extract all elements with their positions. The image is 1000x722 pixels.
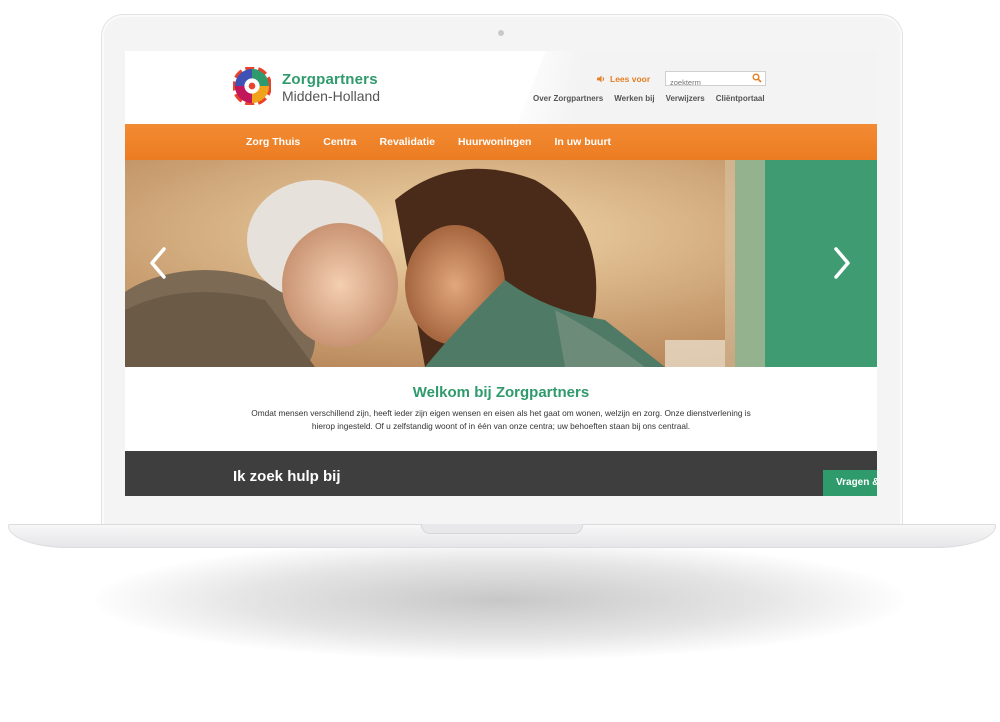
help-title: Ik zoek hulp bij: [233, 468, 341, 485]
top-links: Over Zorgpartners Werken bij Verwijzers …: [533, 94, 765, 103]
brand-name[interactable]: Zorgpartners: [282, 71, 378, 88]
laptop-shadow: [95, 540, 905, 660]
nav-item-zorg-thuis[interactable]: Zorg Thuis: [246, 136, 300, 148]
hero-carousel: [125, 160, 877, 367]
laptop-notch: [421, 524, 583, 534]
nav-item-revalidatie[interactable]: Revalidatie: [380, 136, 435, 148]
speaker-icon: [597, 75, 605, 83]
site-header: Zorgpartners Midden-Holland Lees voor Ov…: [125, 51, 877, 124]
hero-photo: [125, 160, 877, 367]
browser-screen: Zorgpartners Midden-Holland Lees voor Ov…: [125, 51, 877, 496]
vragen-button[interactable]: Vragen &: [823, 470, 877, 496]
welcome-text: Omdat mensen verschillend zijn, heeft ie…: [251, 408, 751, 431]
toplink-clientportaal[interactable]: Cliëntportaal: [716, 94, 765, 103]
toplink-werken-bij[interactable]: Werken bij: [614, 94, 654, 103]
nav-item-huurwoningen[interactable]: Huurwoningen: [458, 136, 532, 148]
search-box: [665, 71, 766, 89]
camera-icon: [498, 30, 504, 36]
lees-voor-button[interactable]: Lees voor: [597, 74, 650, 84]
search-icon[interactable]: [752, 73, 762, 83]
nav-item-in-uw-buurt[interactable]: In uw buurt: [554, 136, 611, 148]
welcome-section: Welkom bij Zorgpartners Omdat mensen ver…: [125, 367, 877, 451]
nav-item-centra[interactable]: Centra: [323, 136, 356, 148]
help-band: Ik zoek hulp bij Vragen &: [125, 451, 877, 496]
brand-subtitle[interactable]: Midden-Holland: [282, 88, 380, 104]
toplink-over-zorgpartners[interactable]: Over Zorgpartners: [533, 94, 603, 103]
main-nav: Zorg Thuis Centra Revalidatie Huurwoning…: [125, 124, 877, 160]
zorgpartners-logo-icon[interactable]: [233, 67, 271, 105]
lees-voor-label: Lees voor: [610, 74, 651, 84]
chevron-left-icon[interactable]: [149, 246, 167, 280]
toplink-verwijzers[interactable]: Verwijzers: [666, 94, 705, 103]
search-input[interactable]: [666, 76, 758, 89]
welcome-title: Welkom bij Zorgpartners: [412, 384, 590, 401]
chevron-right-icon[interactable]: [833, 246, 851, 280]
